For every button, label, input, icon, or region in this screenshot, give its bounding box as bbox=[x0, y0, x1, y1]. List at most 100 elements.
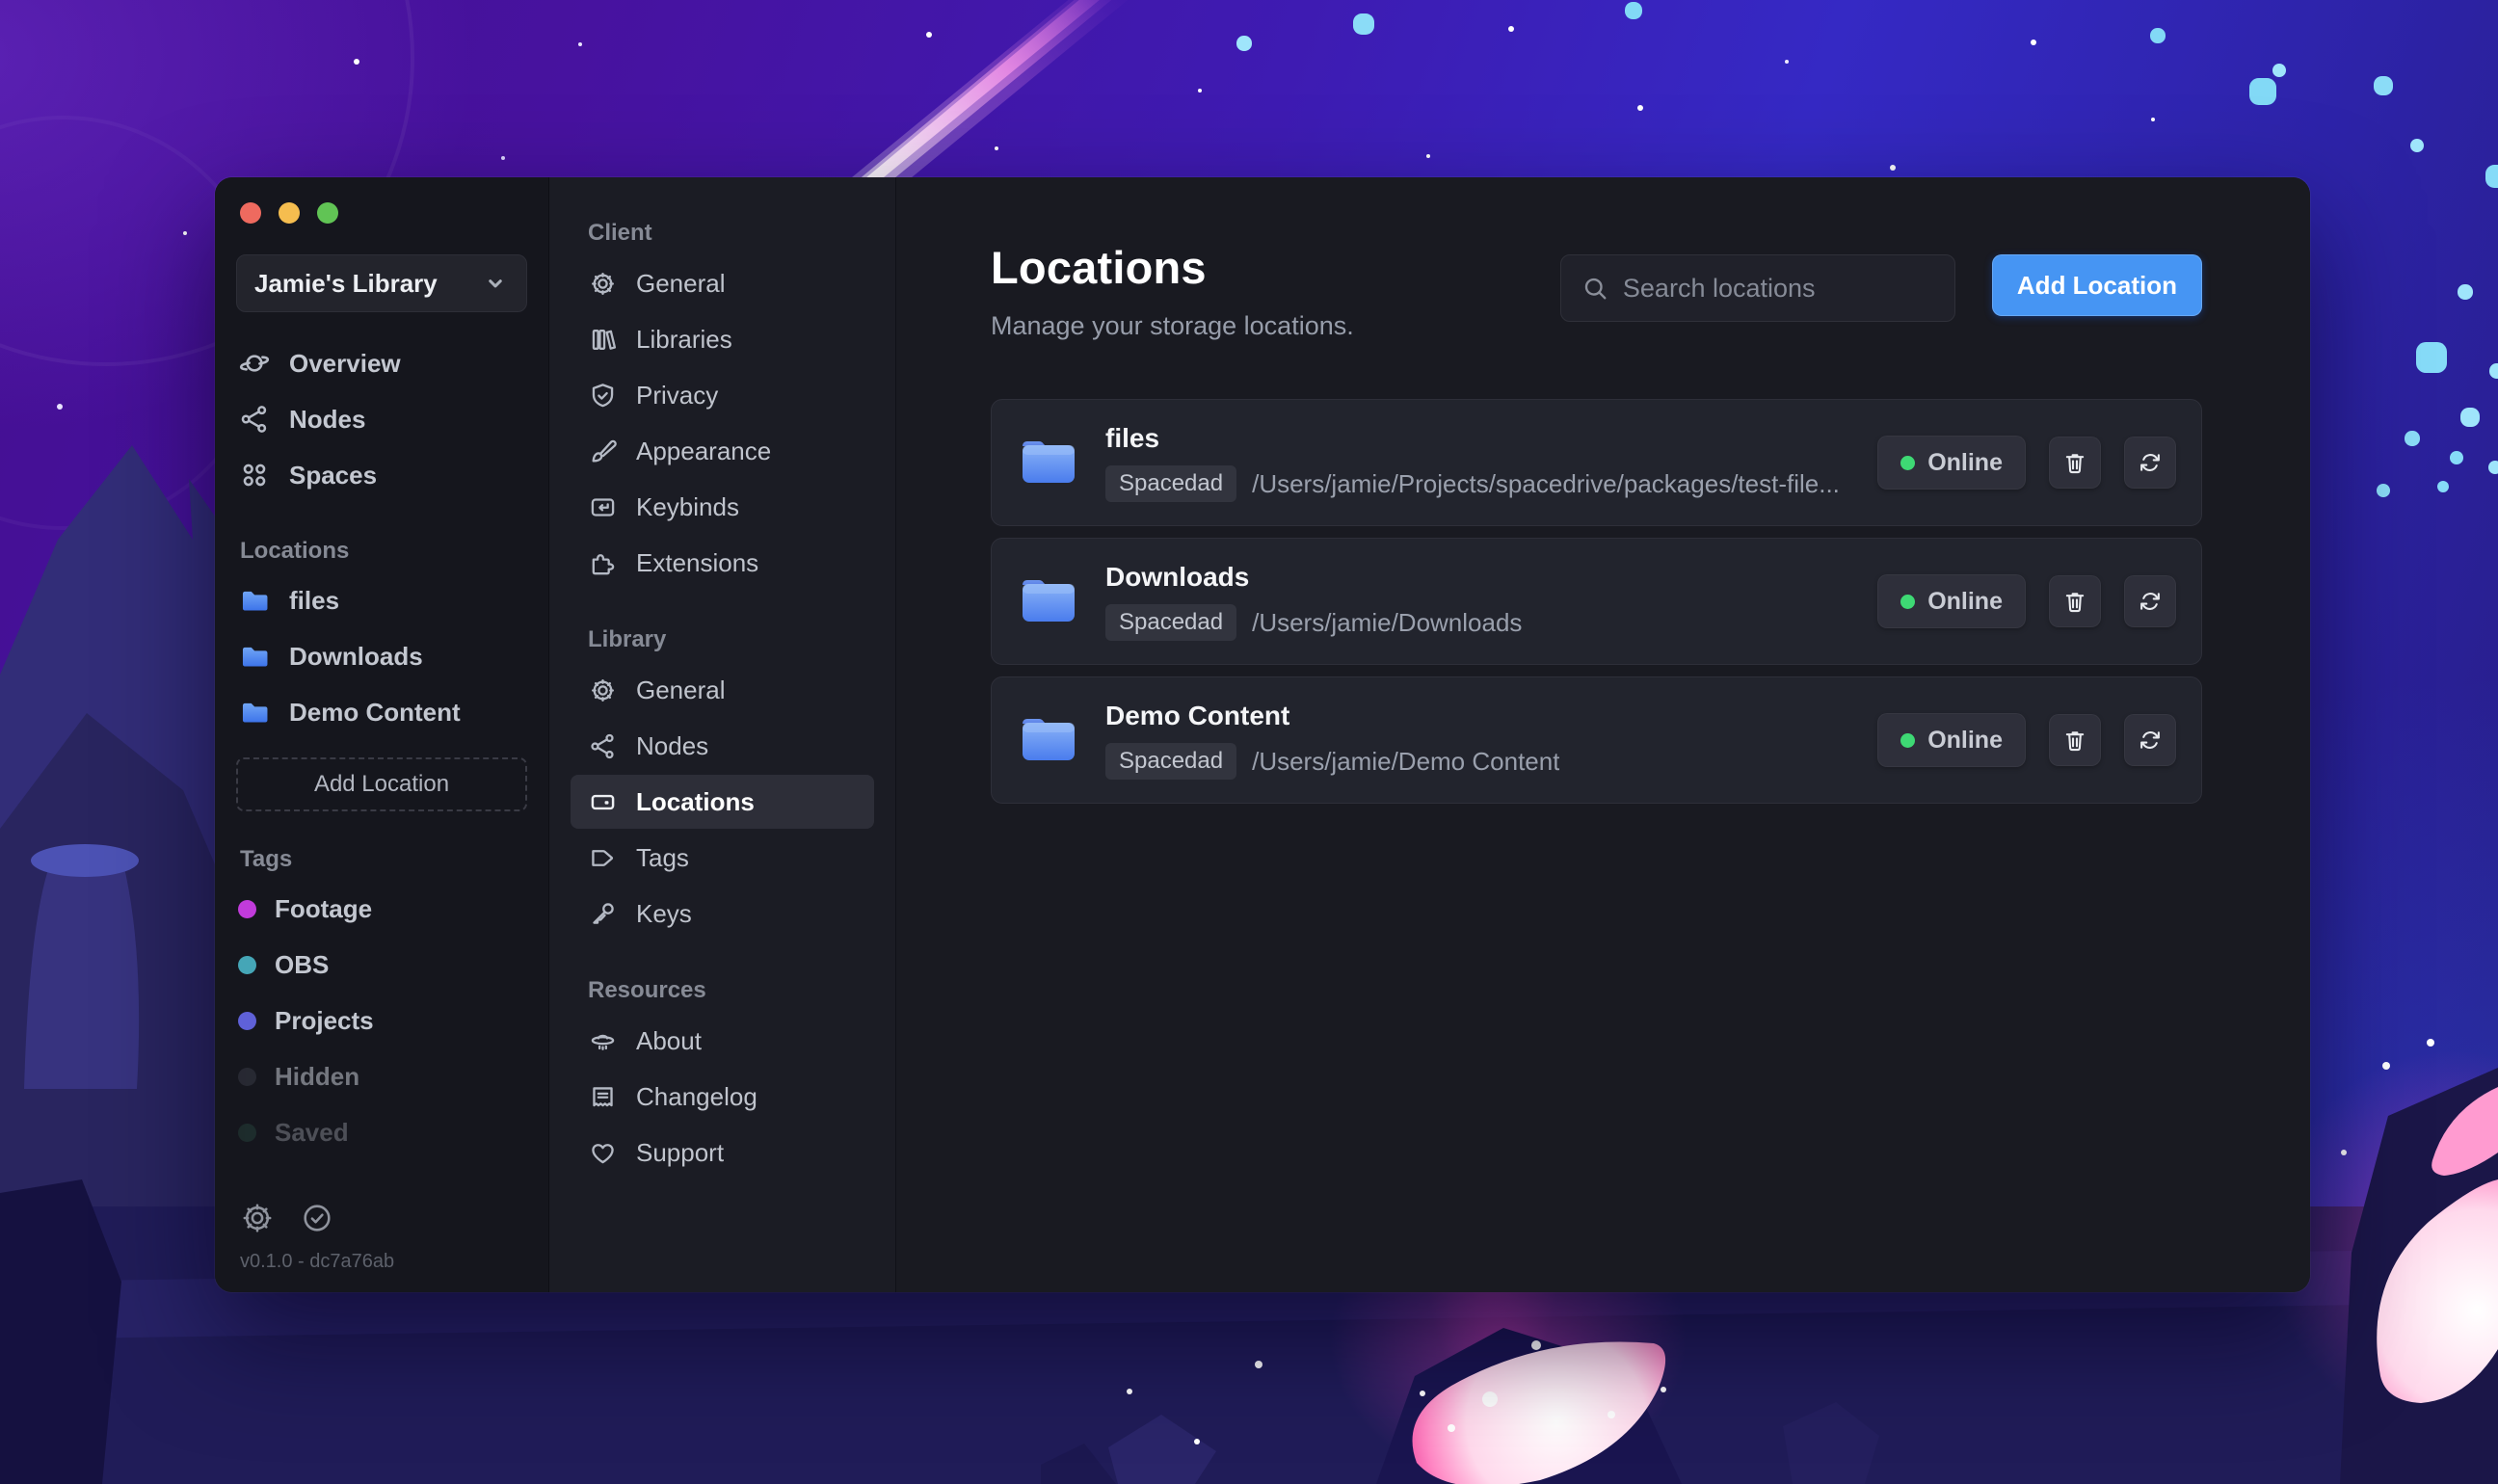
sidebar-location-downloads[interactable]: Downloads bbox=[215, 628, 548, 684]
search-icon bbox=[1584, 278, 1607, 300]
delete-location-button[interactable] bbox=[2049, 575, 2101, 627]
arrows-clockwise-icon bbox=[2140, 454, 2160, 471]
sidebar-footer: v0.1.0 - dc7a76ab bbox=[215, 1201, 548, 1292]
sidebar-nav: Overview Nodes Spaces bbox=[215, 335, 548, 503]
settings-item-label: About bbox=[636, 1025, 702, 1055]
status-label: Online bbox=[1927, 587, 2003, 615]
settings-item-libraries[interactable]: Libraries bbox=[571, 312, 874, 366]
add-location-button[interactable]: Add Location bbox=[1991, 254, 2202, 316]
settings-item-support[interactable]: Support bbox=[571, 1126, 874, 1179]
close-window-button[interactable] bbox=[240, 202, 261, 224]
tag-color-dot bbox=[238, 1011, 256, 1030]
sidebar-tag-hidden[interactable]: Hidden bbox=[215, 1048, 548, 1104]
tags-section-header: Tags bbox=[240, 846, 293, 872]
sidebar-item-label: Overview bbox=[289, 348, 401, 378]
tag-color-dot bbox=[238, 1123, 256, 1142]
settings-section-library: Library General Nodes Locations Tags Key… bbox=[549, 626, 895, 941]
settings-section-header: Resources bbox=[588, 977, 706, 1003]
spacedrive-window: Jamie's Library Overview Nodes Spaces Lo… bbox=[215, 177, 2310, 1292]
settings-item-library-general[interactable]: General bbox=[571, 663, 874, 717]
settings-section-header: Library bbox=[588, 626, 667, 652]
location-list: files Spacedad /Users/jamie/Projects/spa… bbox=[991, 399, 2202, 804]
settings-item-privacy[interactable]: Privacy bbox=[571, 368, 874, 422]
settings-item-label: Keybinds bbox=[636, 491, 739, 521]
arrows-clockwise-icon bbox=[2140, 593, 2160, 610]
arrows-clockwise-icon bbox=[2140, 731, 2160, 749]
sidebar-add-location-button[interactable]: Add Location bbox=[236, 757, 527, 811]
settings-item-tags[interactable]: Tags bbox=[571, 831, 874, 885]
paintbrush-icon bbox=[592, 439, 617, 462]
sidebar-location-label: Downloads bbox=[289, 641, 423, 671]
settings-gear-icon[interactable] bbox=[240, 1201, 275, 1235]
folder-icon bbox=[1023, 441, 1075, 483]
page-title: Locations bbox=[991, 242, 1207, 293]
delete-location-button[interactable] bbox=[2049, 437, 2101, 489]
sidebar-item-spaces[interactable]: Spaces bbox=[215, 447, 548, 503]
heart-icon bbox=[592, 1143, 614, 1163]
settings-item-client-general[interactable]: General bbox=[571, 256, 874, 310]
tag-label: Footage bbox=[275, 893, 373, 923]
rescan-location-button[interactable] bbox=[2124, 714, 2176, 766]
gear-icon bbox=[592, 678, 614, 702]
settings-item-keybinds[interactable]: Keybinds bbox=[571, 480, 874, 534]
settings-item-library-nodes[interactable]: Nodes bbox=[571, 719, 874, 773]
location-name: Downloads bbox=[1105, 562, 1250, 592]
settings-item-appearance[interactable]: Appearance bbox=[571, 424, 874, 478]
folder-icon bbox=[1023, 580, 1075, 622]
tag-label: Projects bbox=[275, 1005, 374, 1035]
flying-saucer-icon bbox=[591, 1034, 615, 1050]
share-network-icon bbox=[591, 733, 614, 758]
settings-item-label: General bbox=[636, 675, 726, 704]
settings-item-label: General bbox=[636, 268, 726, 298]
minimize-window-button[interactable] bbox=[279, 202, 300, 224]
settings-section-client: Client General Libraries Privacy Appeara… bbox=[549, 220, 895, 590]
location-card-demo-content[interactable]: Demo Content Spacedad /Users/jamie/Demo … bbox=[991, 676, 2202, 804]
sidebar-location-label: files bbox=[289, 585, 340, 615]
location-path: /Users/jamie/Projects/spacedrive/package… bbox=[1252, 468, 1840, 498]
sidebar-location-demo-content[interactable]: Demo Content bbox=[215, 684, 548, 740]
locations-section-header: Locations bbox=[240, 538, 350, 564]
sidebar-tag-obs[interactable]: OBS bbox=[215, 937, 548, 993]
rescan-location-button[interactable] bbox=[2124, 575, 2176, 627]
settings-section-resources: Resources About Changelog Support bbox=[549, 977, 895, 1179]
app-version-label: v0.1.0 - dc7a76ab bbox=[240, 1251, 395, 1272]
settings-item-extensions[interactable]: Extensions bbox=[571, 536, 874, 590]
trash-icon bbox=[2065, 454, 2085, 474]
settings-section-header: Client bbox=[588, 220, 652, 246]
tag-label: Saved bbox=[275, 1117, 349, 1147]
settings-item-about[interactable]: About bbox=[571, 1014, 874, 1068]
location-card-files[interactable]: files Spacedad /Users/jamie/Projects/spa… bbox=[991, 399, 2202, 526]
settings-item-keys[interactable]: Keys bbox=[571, 887, 874, 941]
settings-item-changelog[interactable]: Changelog bbox=[571, 1070, 874, 1124]
key-icon bbox=[593, 902, 614, 924]
sidebar-location-files[interactable]: files bbox=[215, 572, 548, 628]
zoom-window-button[interactable] bbox=[317, 202, 338, 224]
settings-item-label: Extensions bbox=[636, 547, 759, 577]
node-badge: Spacedad bbox=[1105, 465, 1237, 502]
puzzle-piece-icon bbox=[592, 553, 615, 574]
sidebar-item-overview[interactable]: Overview bbox=[215, 335, 548, 391]
sidebar-item-label: Nodes bbox=[289, 404, 366, 434]
location-card-downloads[interactable]: Downloads Spacedad /Users/jamie/Download… bbox=[991, 538, 2202, 665]
check-circle-icon[interactable] bbox=[300, 1201, 334, 1235]
sidebar-tag-footage[interactable]: Footage bbox=[215, 881, 548, 937]
library-selector-label: Jamie's Library bbox=[254, 268, 438, 298]
node-badge: Spacedad bbox=[1105, 743, 1237, 780]
search-input[interactable] bbox=[1622, 273, 1935, 304]
key-return-icon bbox=[591, 497, 615, 517]
location-frame-icon bbox=[591, 794, 615, 809]
status-label: Online bbox=[1927, 726, 2003, 754]
online-dot bbox=[1900, 594, 1916, 609]
sidebar-tag-saved[interactable]: Saved bbox=[215, 1104, 548, 1160]
delete-location-button[interactable] bbox=[2049, 714, 2101, 766]
folder-icon bbox=[242, 591, 268, 611]
settings-item-label: Tags bbox=[636, 842, 689, 872]
books-icon bbox=[592, 329, 617, 350]
tag-color-dot bbox=[238, 1067, 256, 1086]
sidebar-tag-projects[interactable]: Projects bbox=[215, 993, 548, 1048]
rescan-location-button[interactable] bbox=[2124, 437, 2176, 489]
library-selector[interactable]: Jamie's Library bbox=[236, 254, 527, 312]
sidebar-item-nodes[interactable]: Nodes bbox=[215, 391, 548, 447]
settings-item-locations[interactable]: Locations bbox=[571, 775, 874, 829]
settings-item-label: Appearance bbox=[636, 436, 772, 465]
